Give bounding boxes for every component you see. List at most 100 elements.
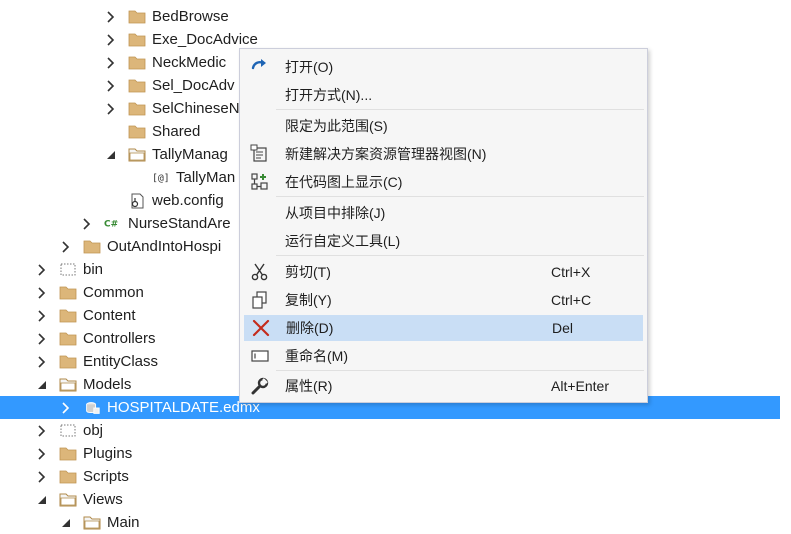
collapse-arrow-icon[interactable] [59,240,73,254]
menu-separator [276,370,644,371]
edmx-file-icon [83,400,101,416]
wrench-icon [250,376,270,396]
tree-node-label: web.config [152,192,224,209]
menu-item[interactable]: 限定为此范围(S) [244,113,643,139]
menu-separator [276,196,644,197]
tree-node-label: EntityClass [83,353,159,370]
collapse-arrow-icon[interactable] [104,79,118,93]
collapse-arrow-icon[interactable] [59,401,73,415]
folder-icon [59,354,77,370]
collapse-arrow-icon[interactable] [35,263,49,277]
menu-separator [276,109,644,110]
tree-node-label: Sel_DocAdv [152,77,235,94]
collapse-arrow-icon[interactable] [35,470,49,484]
code-map-icon [250,172,270,192]
copy-icon [250,290,270,310]
menu-item-label: 重命名(M) [285,348,348,364]
tree-node-label: NurseStandAre [128,215,231,232]
tree-node-label: SelChineseN [152,100,240,117]
tree-node-label: BedBrowse [152,8,229,25]
menu-item-label: 打开(O) [285,59,334,75]
folder-dashed-icon [59,262,77,278]
menu-item-shortcut: Ctrl+C [551,292,592,308]
tree-node-label: Views [83,491,123,508]
svg-text:C#: C# [104,220,118,230]
folder-icon [128,55,146,71]
menu-item[interactable]: 剪切(T) Ctrl+X [244,259,643,285]
menu-separator [276,255,644,256]
rename-icon [250,346,270,366]
folder-open-icon [59,377,77,393]
menu-item-label: 限定为此范围(S) [285,118,388,134]
menu-item[interactable]: 属性(R) Alt+Enter [244,373,643,399]
collapse-arrow-icon[interactable] [104,10,118,24]
menu-item-label: 运行自定义工具(L) [285,233,401,249]
expand-arrow-icon[interactable] [104,148,118,162]
folder-open-icon [83,515,101,531]
tree-node-label: obj [83,422,104,439]
collapse-arrow-icon[interactable] [104,33,118,47]
menu-item-label: 剪切(T) [285,264,331,280]
menu-item[interactable]: 删除(D) Del [244,315,643,341]
collapse-arrow-icon[interactable] [35,286,49,300]
folder-dashed-icon [59,423,77,439]
context-menu: 打开(O) 打开方式(N)... 限定为此范围(S) 新建解决方案资源管理器视图(N)… [239,48,648,403]
menu-item-label: 在代码图上显示(C) [285,174,403,190]
collapse-arrow-icon[interactable] [35,332,49,346]
scissors-icon [250,262,270,282]
folder-icon [59,285,77,301]
folder-icon [59,469,77,485]
folder-icon [59,446,77,462]
menu-item-label: 打开方式(N)... [285,87,373,103]
tree-node-label: TallyMan [176,169,236,186]
menu-item[interactable]: 打开(O) [244,54,643,80]
razor-file-icon: [@] [152,170,170,186]
menu-item[interactable]: 打开方式(N)... [244,82,643,108]
expand-arrow-icon[interactable] [59,516,73,530]
tree-node-label: Shared [152,123,201,140]
menu-item[interactable]: 重命名(M) [244,343,643,369]
tree-node-label: Plugins [83,445,133,462]
collapse-arrow-icon[interactable] [104,56,118,70]
tree-node-label: TallyManag [152,146,228,163]
tree-node[interactable]: BedBrowse [0,5,780,28]
menu-item[interactable]: 在代码图上显示(C) [244,169,643,195]
collapse-arrow-icon[interactable] [35,309,49,323]
menu-item[interactable]: 复制(Y) Ctrl+C [244,287,643,313]
menu-item-shortcut: Ctrl+X [551,264,591,280]
tree-node[interactable]: Scripts [0,465,780,488]
collapse-arrow-icon[interactable] [35,424,49,438]
collapse-arrow-icon[interactable] [35,447,49,461]
collapse-arrow-icon[interactable] [104,102,118,116]
menu-item-label: 删除(D) [286,320,334,336]
expand-arrow-icon[interactable] [35,493,49,507]
menu-item-label: 新建解决方案资源管理器视图(N) [285,146,487,162]
tree-node[interactable]: Main [0,511,780,534]
tree-node-label: Common [83,284,144,301]
expand-arrow-icon[interactable] [35,378,49,392]
tree-node[interactable]: Plugins [0,442,780,465]
menu-item-label: 复制(Y) [285,292,332,308]
config-file-icon [128,193,146,209]
tree-node-label: bin [83,261,104,278]
tree-node-label: Scripts [83,468,129,485]
folder-icon [128,124,146,140]
tree-node-label: NeckMedic [152,54,227,71]
collapse-arrow-icon[interactable] [80,217,94,231]
menu-item-label: 从项目中排除(J) [285,205,386,221]
menu-item[interactable]: 从项目中排除(J) [244,200,643,226]
menu-item[interactable]: 运行自定义工具(L) [244,228,643,254]
open-arrow-icon [250,57,270,77]
folder-open-icon [59,492,77,508]
menu-item[interactable]: 新建解决方案资源管理器视图(N) [244,141,643,167]
tree-node[interactable]: obj [0,419,780,442]
collapse-arrow-icon[interactable] [35,355,49,369]
svg-text:[@]: [@] [152,173,170,184]
delete-x-icon [251,318,271,338]
csharp-file-icon: C# [104,216,122,232]
folder-icon [128,78,146,94]
tree-node[interactable]: Views [0,488,780,511]
tree-node-label: HOSPITALDATE.edmx [107,399,260,416]
tree-node-label: Main [107,514,140,531]
folder-icon [128,9,146,25]
